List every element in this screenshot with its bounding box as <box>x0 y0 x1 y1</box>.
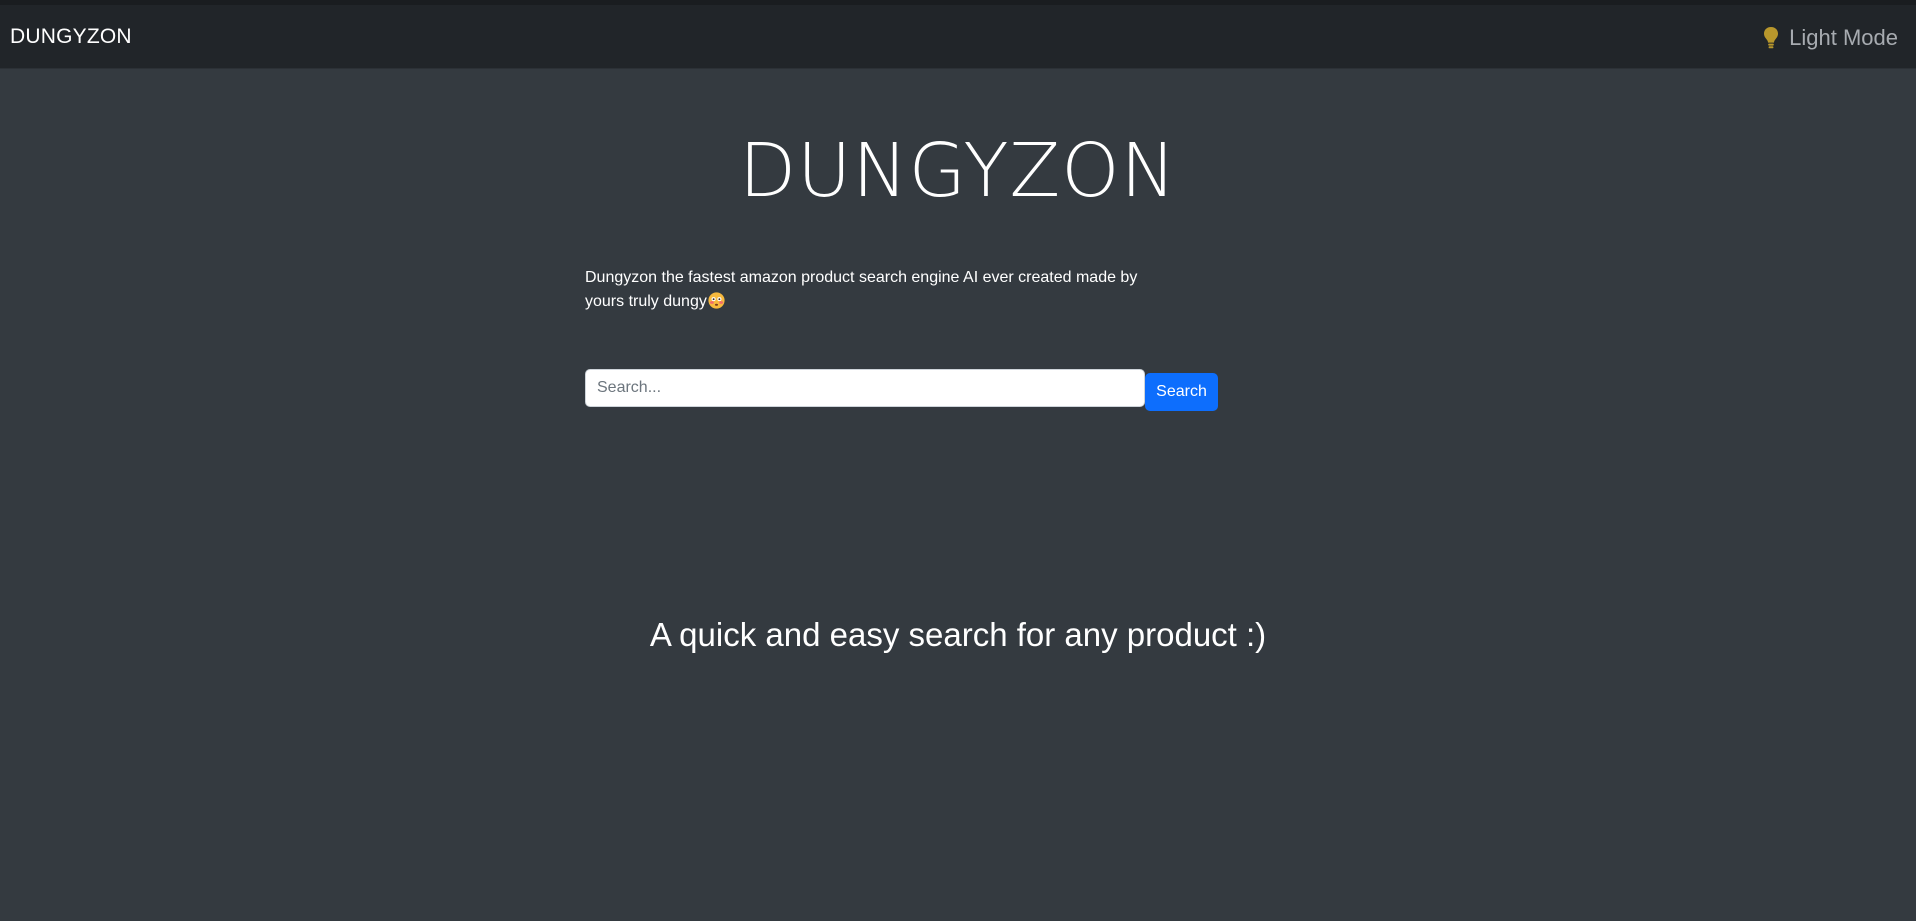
page-title: DUNGYZON <box>739 128 1177 214</box>
description-body: Dungyzon the fastest amazon product sear… <box>585 269 1138 310</box>
description-text: Dungyzon the fastest amazon product sear… <box>585 266 1155 314</box>
navbar: DUNGYZON Light Mode <box>0 5 1916 69</box>
flushed-face-emoji-icon <box>708 292 725 309</box>
light-mode-label: Light Mode <box>1789 25 1898 50</box>
navbar-brand[interactable]: DUNGYZON <box>10 25 132 49</box>
lightbulb-icon <box>1764 27 1779 49</box>
tagline-text: A quick and easy search for any product … <box>649 616 1267 653</box>
light-mode-toggle[interactable]: Light Mode <box>1763 25 1898 51</box>
search-input[interactable] <box>585 369 1145 407</box>
search-button[interactable]: Search <box>1145 373 1218 411</box>
